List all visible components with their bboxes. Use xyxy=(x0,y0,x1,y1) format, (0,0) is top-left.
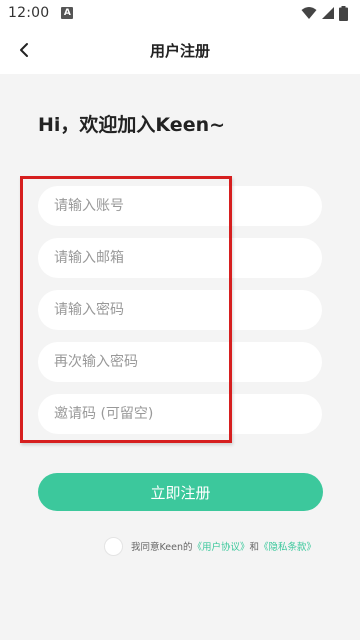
email-input[interactable] xyxy=(38,238,322,278)
status-time: 12:00 xyxy=(8,5,50,21)
page-title: 用户注册 xyxy=(149,41,210,60)
account-input[interactable] xyxy=(38,186,322,226)
privacy-policy-link[interactable]: 《隐私条款》 xyxy=(259,539,316,553)
notification-badge-icon: A xyxy=(61,7,74,19)
status-icons xyxy=(301,5,348,21)
back-button[interactable] xyxy=(8,34,40,66)
password-input[interactable] xyxy=(38,290,322,330)
agreement-checkbox[interactable] xyxy=(104,536,123,556)
invite-code-input[interactable] xyxy=(38,394,322,434)
agreement-row: 我同意Keen的 《用户协议》 和 《隐私条款》 xyxy=(104,536,316,556)
nav-bar: 用户注册 xyxy=(0,26,360,74)
wifi-icon xyxy=(301,7,317,19)
status-bar: 12:00 A xyxy=(0,0,360,26)
welcome-heading: Hi，欢迎加入Keen~ xyxy=(38,114,226,136)
cellular-signal-icon xyxy=(322,7,334,19)
register-button[interactable]: 立即注册 xyxy=(38,473,323,511)
agreement-prefix: 我同意Keen的 xyxy=(131,542,193,553)
user-agreement-link[interactable]: 《用户协议》 xyxy=(192,539,249,553)
battery-icon xyxy=(339,5,348,21)
chevron-left-icon xyxy=(20,43,28,57)
agreement-conjunction: 和 xyxy=(249,542,259,553)
password-confirm-input[interactable] xyxy=(38,342,322,382)
